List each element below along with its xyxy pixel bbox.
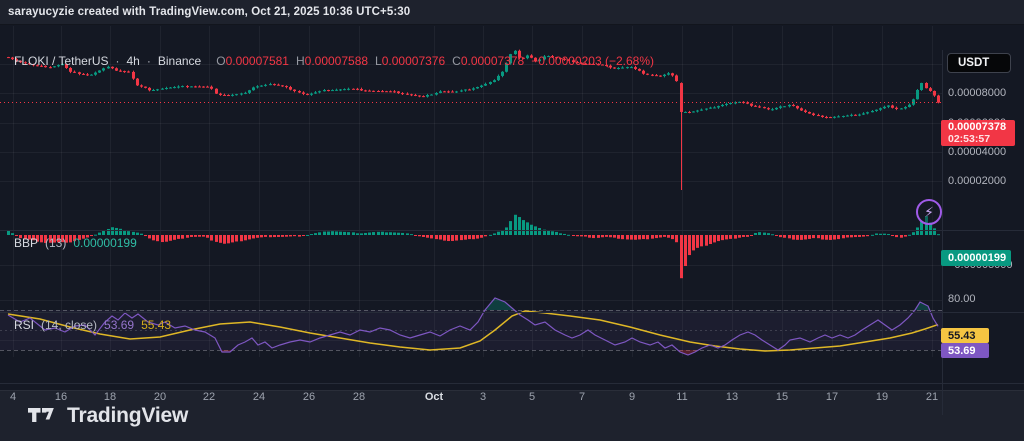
close-value: 0.00007378: [460, 54, 525, 68]
time-tick-label: 24: [252, 391, 266, 403]
axis-tick-label: 0.00004000: [948, 145, 1007, 158]
bar-countdown: 02:53:57: [948, 133, 991, 145]
rsi-ma-value: 55.43: [141, 318, 172, 332]
rsi-axis-label: 53.69: [941, 343, 989, 358]
brand-wordmark[interactable]: TradingView: [67, 404, 188, 428]
open-letter: O: [216, 54, 226, 68]
axis-tick-label: 0.00002000: [948, 175, 1007, 188]
close-letter: C: [452, 54, 461, 68]
time-tick-label: 21: [925, 391, 939, 403]
exchange-label: Binance: [157, 54, 202, 68]
open-value: 0.00007581: [225, 54, 289, 68]
attribution-bar: sarayucyzie created with TradingView.com…: [0, 0, 1024, 25]
bbp-params: (13): [45, 236, 67, 250]
change-value: −0.00000203 (−2.68%): [531, 54, 654, 68]
time-tick-label: 22: [202, 391, 216, 403]
legend-dot: ·: [115, 54, 120, 68]
time-tick-label: 13: [725, 391, 739, 403]
time-tick-label: 4: [9, 391, 17, 403]
rsi-ma-axis-label: 55.43: [941, 328, 989, 343]
bbp-legend[interactable]: BBP (13) 0.00000199: [14, 236, 137, 250]
symbol-legend[interactable]: FLOKI / TetherUS · 4h · Binance O0.00007…: [14, 54, 654, 68]
time-tick-label: 5: [528, 391, 536, 403]
time-tick-label: 3: [479, 391, 487, 403]
tradingview-snapshot: sarayucyzie created with TradingView.com…: [0, 0, 1024, 441]
time-tick-label: 7: [578, 391, 586, 403]
tradingview-logo-icon[interactable]: [28, 407, 55, 425]
time-tick-label: 15: [775, 391, 789, 403]
rsi-legend[interactable]: RSI (14, close) 53.69 55.43: [14, 318, 171, 332]
high-letter: H: [295, 54, 305, 68]
ohlc-values: O0.00007581 H0.00007588 L0.00007376 C0.0…: [216, 54, 654, 68]
chart-canvas[interactable]: [0, 25, 1024, 390]
lightning-icon: ⚡: [924, 203, 934, 220]
pane-separator[interactable]: [0, 230, 1024, 231]
time-tick-label: Oct: [424, 391, 444, 403]
rsi-params: (14, close): [41, 318, 98, 332]
pane-separator[interactable]: [0, 312, 1024, 313]
rsi-value: 53.69: [104, 318, 135, 332]
time-tick-label: 26: [302, 391, 316, 403]
time-tick-label: 11: [676, 391, 688, 403]
last-price-label: 0.00007378 02:53:57: [941, 120, 1015, 146]
currency-button[interactable]: USDT: [947, 53, 1011, 73]
rsi-title: RSI: [14, 318, 35, 332]
high-value: 0.00007588: [304, 54, 369, 68]
low-letter: L: [375, 54, 382, 68]
time-tick-label: 16: [54, 391, 68, 403]
low-value: 0.00007376: [381, 54, 446, 68]
interval-label: 4h: [126, 54, 140, 68]
time-tick-label: 20: [153, 391, 167, 403]
time-tick-label: 18: [103, 391, 117, 403]
time-tick-label: 9: [628, 391, 636, 403]
boost-button[interactable]: ⚡: [916, 199, 942, 225]
time-tick-label: 19: [875, 391, 889, 403]
pane-separator: [0, 383, 1024, 384]
axis-tick-label: 0.00008000: [948, 87, 1007, 100]
time-tick-label: 28: [352, 391, 366, 403]
axis-tick-label: 80.00: [948, 293, 976, 305]
bbp-title: BBP: [14, 236, 39, 250]
chart-area: FLOKI / TetherUS · 4h · Binance O0.00007…: [0, 25, 1024, 415]
price-axis-separator: [942, 50, 943, 415]
legend-dot: ·: [146, 54, 151, 68]
bbp-axis-label: 0.00000199: [941, 250, 1011, 266]
last-price-value: 0.00007378: [948, 121, 1007, 133]
time-tick-label: 17: [825, 391, 839, 403]
attribution-text: sarayucyzie created with TradingView.com…: [8, 6, 411, 18]
symbol-title: FLOKI / TetherUS: [14, 54, 109, 68]
bbp-value: 0.00000199: [73, 236, 137, 250]
